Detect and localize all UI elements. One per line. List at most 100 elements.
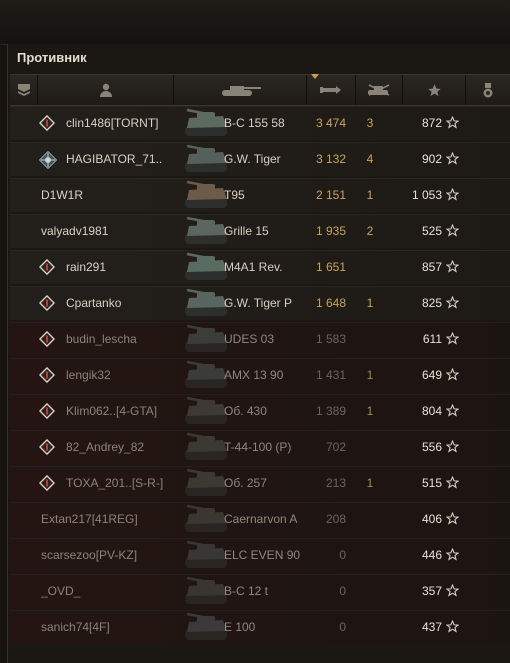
- tank-name: T-44-100 (P): [224, 440, 292, 454]
- experience-star-icon: [445, 331, 460, 345]
- player-name[interactable]: scarsezoo[PV-KZ]: [41, 539, 171, 572]
- player-name[interactable]: D1W1R: [41, 179, 171, 212]
- player-row[interactable]: Extan217[41REG] Caernarvon A 208 406: [10, 502, 510, 536]
- player-row[interactable]: rain291 M4A1 Rev. 1 651 857: [10, 250, 510, 284]
- player-row[interactable]: sanich74[4F] E 100 0 437: [10, 610, 510, 644]
- kills-value: 3: [366, 116, 374, 130]
- player-row[interactable]: lengik32 AMX 13 90 1 431 1 649: [10, 358, 510, 392]
- tank-name: В-С 12 t: [224, 584, 269, 598]
- damage-column-header[interactable]: [307, 74, 356, 105]
- achievements-column-header[interactable]: [466, 75, 510, 105]
- experience-value: 872: [421, 116, 442, 130]
- tank-name: Об. 257: [224, 476, 267, 490]
- damage-value: 0: [339, 548, 346, 562]
- player-name[interactable]: rain291: [66, 251, 170, 284]
- kills-value: [360, 611, 380, 644]
- rank-diamond-icon: [38, 294, 56, 312]
- player-name[interactable]: TOXA_201..[S-R-]: [66, 467, 170, 500]
- experience-star-icon: [445, 403, 460, 417]
- kills-value: 1: [366, 476, 374, 490]
- damage-value: 1 935: [315, 224, 346, 238]
- experience-star-icon: [445, 547, 460, 561]
- experience-star-icon: [445, 583, 460, 597]
- experience-value: 357: [421, 584, 442, 598]
- player-name[interactable]: Extan217[41REG]: [41, 503, 171, 536]
- player-row[interactable]: clin1486[TORNT] В-С 155 58 3 474 3 872: [10, 106, 510, 140]
- experience-value: 446: [421, 548, 442, 562]
- player-name[interactable]: lengik32: [66, 359, 170, 392]
- experience-star-icon: [445, 511, 460, 525]
- player-row[interactable]: valyadv1981 Grille 15 1 935 2 525: [10, 214, 510, 248]
- damage-icon: [320, 86, 341, 94]
- player-row[interactable]: Cpartanko G.W. Tiger P 1 648 1 825: [10, 286, 510, 320]
- tank-name: Об. 430: [224, 404, 267, 418]
- damage-value: 3 474: [315, 116, 346, 130]
- tank-name: В-С 155 58: [224, 116, 285, 130]
- player-name[interactable]: HAGIBATOR_71..: [66, 143, 170, 176]
- player-name[interactable]: valyadv1981: [41, 215, 171, 248]
- experience-star-icon: [427, 83, 441, 96]
- player-name[interactable]: 82_Andrey_82: [66, 431, 170, 464]
- kills-value: 1: [366, 368, 374, 382]
- player-row[interactable]: scarsezoo[PV-KZ] ELC EVEN 90 0 446: [10, 538, 510, 572]
- kills-column-header[interactable]: [356, 75, 403, 105]
- player-row[interactable]: _OVD_ В-С 12 t 0 357: [10, 574, 510, 608]
- kills-value: [360, 575, 380, 608]
- player-row[interactable]: Klim062..[4-GTA] Об. 430 1 389 1 804: [10, 394, 510, 428]
- kills-value: [360, 323, 380, 356]
- tank-name: T95: [224, 188, 245, 202]
- experience-star-icon: [445, 619, 460, 633]
- experience-value: 525: [421, 224, 442, 238]
- experience-value: 1 053: [411, 188, 442, 202]
- player-name[interactable]: Klim062..[4-GTA]: [66, 395, 170, 428]
- experience-value: 515: [421, 476, 442, 490]
- platoon-column-header[interactable]: [10, 75, 38, 105]
- rank-diamond-icon: [38, 114, 56, 132]
- experience-star-icon: [445, 187, 460, 201]
- vehicle-column-header[interactable]: [174, 75, 307, 105]
- player-row[interactable]: 82_Andrey_82 T-44-100 (P) 702 556: [10, 430, 510, 464]
- experience-value: 825: [421, 296, 442, 310]
- enemy-team-panel: Противник clin1486[TORNT] В-С 155 58 3 4…: [7, 44, 510, 663]
- player-name[interactable]: sanich74[4F]: [41, 611, 171, 644]
- player-row[interactable]: HAGIBATOR_71.. G.W. Tiger 3 132 4 902: [10, 142, 510, 176]
- player-name[interactable]: _OVD_: [41, 575, 171, 608]
- damage-value: 1 431: [315, 368, 346, 382]
- player-row[interactable]: D1W1R T95 2 151 1 1 053: [10, 178, 510, 212]
- top-bar: [0, 0, 510, 45]
- player-name[interactable]: clin1486[TORNT]: [66, 107, 170, 140]
- player-row[interactable]: budin_lescha UDES 03 1 583 611: [10, 322, 510, 356]
- player-name[interactable]: budin_lescha: [66, 323, 170, 356]
- player-column-header[interactable]: [38, 75, 174, 105]
- column-header: [10, 74, 510, 106]
- rank-diamond-icon: [38, 366, 56, 384]
- tank-icon: [222, 86, 261, 96]
- experience-value: 902: [421, 152, 442, 166]
- platoon-rank-special-icon: [38, 150, 58, 170]
- player-name[interactable]: Cpartanko: [66, 287, 170, 320]
- damage-value: 1 648: [315, 296, 346, 310]
- experience-star-icon: [445, 367, 460, 381]
- experience-value: 556: [421, 440, 442, 454]
- experience-star-icon: [445, 439, 460, 453]
- experience-star-icon: [445, 475, 460, 489]
- tank-name: M4A1 Rev.: [224, 260, 283, 274]
- experience-value: 857: [421, 260, 442, 274]
- experience-star-icon: [445, 151, 460, 165]
- damage-value: 2 151: [315, 188, 346, 202]
- damage-value: 3 132: [315, 152, 346, 166]
- medal-icon: [483, 82, 493, 97]
- experience-star-icon: [445, 295, 460, 309]
- rank-diamond-icon: [38, 258, 56, 276]
- platoon-icon: [17, 84, 30, 96]
- damage-value: 0: [339, 584, 346, 598]
- kills-value: [360, 539, 380, 572]
- experience-column-header[interactable]: [403, 75, 466, 105]
- player-row[interactable]: TOXA_201..[S-R-] Об. 257 213 1 515: [10, 466, 510, 500]
- damage-value: 0: [339, 620, 346, 634]
- rank-diamond-icon: [38, 474, 56, 492]
- experience-value: 649: [421, 368, 442, 382]
- player-icon: [99, 83, 112, 97]
- kills-value: [360, 431, 380, 464]
- tank-name: G.W. Tiger P: [224, 296, 293, 310]
